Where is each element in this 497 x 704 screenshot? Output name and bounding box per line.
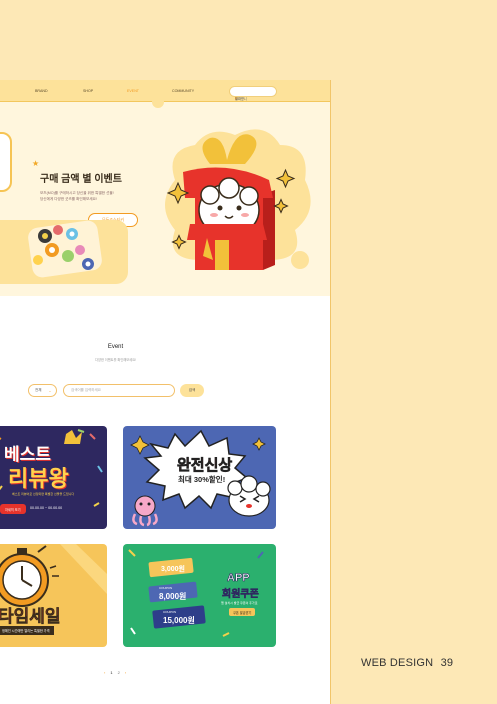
page-2[interactable]: 2	[118, 670, 120, 675]
cart-link[interactable]: 장바구니	[235, 96, 247, 101]
event-section-title: Event	[107, 344, 124, 350]
portfolio-page-label: WEB DESIGN 39	[361, 657, 453, 669]
pagination: ‹ 1 2 ›	[104, 670, 126, 675]
review-card-button[interactable]: 자세히 보기	[0, 504, 26, 514]
chevron-left-icon[interactable]: ‹	[104, 670, 105, 675]
review-card-headline: 리뷰왕	[8, 466, 69, 491]
event-card-new-arrivals[interactable]: 완전신상 최대 30%할인!	[123, 426, 276, 529]
new-card-headline: 완전신상	[177, 457, 233, 475]
decor-dot	[152, 96, 164, 108]
top-nav: BRAND SHOP EVENT COMMUNITY ● 로그인 ◧ 장바구니	[0, 80, 330, 102]
coupon-label-2: COUPON	[159, 586, 173, 590]
gift-character-illustration	[165, 129, 311, 270]
product-photo	[28, 220, 102, 278]
new-card-discount: 최대 30%할인!	[178, 475, 226, 484]
category-select[interactable]: 전체 ⌄	[28, 384, 57, 397]
hero-description: 모츠(MO)를 구매하시고 당신을 위한 특별한 선물! 당신에게 다양한 굿즈…	[40, 191, 114, 201]
search-button[interactable]: 검색	[180, 384, 204, 397]
hero-decoration-frame	[0, 132, 12, 192]
sparkle-icon: ★	[32, 159, 40, 168]
review-card-date: 00.00.00 ~ 00.00.00	[30, 506, 63, 510]
nav-item-shop[interactable]: SHOP	[83, 89, 93, 93]
chevron-right-icon[interactable]: ›	[125, 670, 126, 675]
coupon-amount-2: 8,000원	[159, 592, 187, 601]
coupon-label-3: COUPON	[163, 610, 177, 614]
app-coupon-text: 앱 설치시 발급 쿠폰이 추가로	[221, 601, 258, 605]
chevron-down-icon: ⌄	[48, 388, 52, 393]
app-coupon-title-2: 회원쿠폰	[222, 589, 259, 601]
hero-banner: ★ 구매 금액 별 이벤트 모츠(MO)를 구매하시고 당신을 위한 특별한 선…	[0, 96, 330, 296]
coupon-amount-3: 15,000원	[163, 616, 195, 625]
portfolio-page-number: 39	[440, 657, 454, 669]
time-sale-headline: 타임세일	[0, 607, 61, 627]
hero-title: 구매 금액 별 이벤트	[40, 174, 122, 185]
nav-utility-group: ● 로그인 ◧ 장바구니	[229, 86, 277, 101]
app-coupon-title-1: APP	[227, 572, 250, 585]
event-card-review[interactable]: 베스트 리뷰왕 베스트 리뷰어로 선정되면 특별한 선물을 드립니다 자세히 보…	[0, 426, 107, 529]
page-1[interactable]: 1	[110, 670, 112, 675]
nav-item-community[interactable]: COMMUNITY	[172, 89, 194, 93]
time-sale-text: 정해진 시간에만 열리는 특별한 가격	[0, 626, 54, 635]
nav-item-brand[interactable]: BRAND	[35, 89, 48, 93]
event-section-subtitle: 다양한 이벤트를 확인해보세요!	[95, 358, 136, 362]
coupon-amount-1: 3,000원	[161, 566, 185, 573]
website-mockup: BRAND SHOP EVENT COMMUNITY ● 로그인 ◧ 장바구니 …	[0, 80, 331, 704]
portfolio-label: WEB DESIGN	[361, 657, 434, 669]
review-card-text: 베스트 리뷰어로 선정되면 특별한 선물을 드립니다	[12, 492, 75, 496]
event-card-app-coupon[interactable]: 3,000원 COUPON 8,000원 COUPON 15,000원 APP …	[123, 544, 276, 647]
nav-item-event[interactable]: EVENT	[127, 89, 139, 93]
app-coupon-button[interactable]: 쿠폰 발급받기	[229, 608, 256, 616]
search-input[interactable]: 검색어를 입력하세요	[63, 384, 175, 397]
category-select-value: 전체	[35, 388, 42, 392]
speech-bubble	[0, 220, 128, 284]
event-card-time-sale[interactable]: 타임세일 정해진 시간에만 열리는 특별한 가격	[0, 544, 107, 647]
